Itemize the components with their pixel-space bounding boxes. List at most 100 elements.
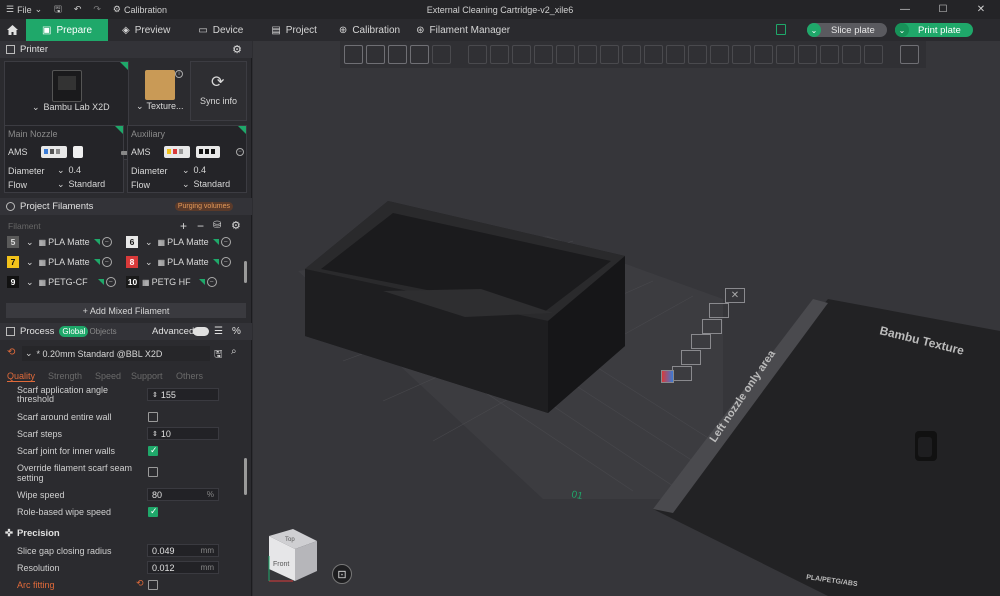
measure-icon[interactable] xyxy=(666,45,685,64)
filament-list-scrollbar[interactable] xyxy=(244,261,247,283)
variable-layer-icon[interactable] xyxy=(732,45,751,64)
scale-icon[interactable] xyxy=(512,45,531,64)
main-flow-select[interactable]: ⌄ Standard xyxy=(57,179,105,190)
advanced-toggle[interactable] xyxy=(193,327,209,336)
close-button[interactable]: ✕ xyxy=(962,0,1000,19)
override-scarf-checkbox[interactable] xyxy=(148,467,158,477)
seam-paint-icon[interactable] xyxy=(622,45,641,64)
save-button[interactable]: 🖫 xyxy=(48,0,68,19)
filament-item[interactable]: 5 ⌄ ▦ PLA Matte − xyxy=(7,236,122,248)
scarf-steps-spinbox[interactable]: ⇕ 10 xyxy=(147,427,219,440)
split-icon[interactable] xyxy=(432,45,451,64)
wipe-speed-input[interactable]: 80 % xyxy=(147,488,219,501)
add-object-icon[interactable] xyxy=(344,45,363,64)
calibration-menu[interactable]: ⚙ Calibration xyxy=(107,0,173,19)
svg-icon[interactable] xyxy=(820,45,839,64)
search-icon[interactable]: ⌕ xyxy=(231,346,237,357)
plate-filament-icon[interactable] xyxy=(681,350,701,365)
mesh-boolean-icon[interactable] xyxy=(578,45,597,64)
file-menu[interactable]: ☰ File ⌄ xyxy=(0,0,48,19)
remove-icon[interactable]: − xyxy=(197,219,204,233)
chevron-down-icon[interactable]: ⌄ xyxy=(895,23,909,37)
rotate-icon[interactable] xyxy=(490,45,509,64)
assembly-icon[interactable] xyxy=(688,45,707,64)
main-nozzle-card[interactable]: Main Nozzle AMS Diameter ⌄ 0.4 Flow ⌄ St… xyxy=(4,125,124,193)
filament-filter-input[interactable]: Filament xyxy=(8,221,41,231)
view-mode-icon[interactable] xyxy=(842,45,861,64)
brim-ears-icon[interactable] xyxy=(710,45,729,64)
tab-speed[interactable]: Speed xyxy=(95,371,121,381)
minus-circle-icon[interactable]: − xyxy=(206,277,217,287)
add-plate-icon[interactable] xyxy=(366,45,385,64)
minus-circle-icon[interactable]: − xyxy=(220,237,231,247)
scarf-inner-walls-checkbox[interactable] xyxy=(148,445,158,456)
plate-color-icon[interactable] xyxy=(661,370,674,383)
notification-icon[interactable] xyxy=(776,24,786,35)
plate-arrange-icon[interactable] xyxy=(702,319,722,334)
print-plate-button[interactable]: ⌄ Print plate xyxy=(895,23,973,37)
auxiliary-nozzle-card[interactable]: Auxiliary AMS − Diameter ⌄ 0.4 Flow ⌄ St… xyxy=(127,125,247,193)
explode-icon[interactable] xyxy=(864,45,883,64)
tab-support[interactable]: Support xyxy=(131,371,163,381)
main-diameter-select[interactable]: ⌄ 0.4 xyxy=(57,165,81,176)
aux-flow-select[interactable]: ⌄ Standard xyxy=(182,179,230,190)
tab-prepare[interactable]: ▣ Prepare xyxy=(26,19,109,41)
cut-icon[interactable] xyxy=(556,45,575,64)
minimize-button[interactable]: — xyxy=(886,0,924,19)
color-paint-icon[interactable] xyxy=(754,45,773,64)
add-mixed-filament-button[interactable]: + Add Mixed Filament xyxy=(6,303,246,318)
plate-settings-icon[interactable] xyxy=(709,303,729,318)
lay-flat-icon[interactable] xyxy=(534,45,553,64)
close-plate-icon[interactable]: ✕ xyxy=(725,288,745,303)
settings-scrollbar[interactable] xyxy=(244,458,247,495)
arc-fitting-checkbox[interactable] xyxy=(148,580,158,590)
filament-sync-icon[interactable]: ⛁ xyxy=(213,220,221,231)
minus-circle-icon[interactable]: − xyxy=(105,277,116,287)
minus-circle-icon[interactable]: − xyxy=(101,237,112,247)
add-icon[interactable]: + xyxy=(180,219,187,233)
tab-quality[interactable]: Quality xyxy=(7,371,36,382)
sync-info-button[interactable]: ⟳ Sync info xyxy=(190,61,247,121)
list-icon[interactable]: ☰ xyxy=(214,326,223,337)
redo-button[interactable]: ↷ xyxy=(87,0,107,19)
role-based-wipe-checkbox[interactable] xyxy=(148,506,158,517)
resolution-input[interactable]: 0.012 mm xyxy=(147,561,219,574)
support-paint-icon[interactable] xyxy=(600,45,619,64)
tab-others[interactable]: Others xyxy=(176,371,203,381)
move-icon[interactable] xyxy=(468,45,487,64)
view-cube[interactable]: Top Front xyxy=(268,529,317,582)
home-button[interactable] xyxy=(0,19,24,41)
tab-preview[interactable]: ◈ Preview xyxy=(108,19,184,41)
slice-gap-input[interactable]: 0.049 mm xyxy=(147,544,219,557)
tab-strength[interactable]: Strength xyxy=(48,371,82,381)
minus-circle-icon[interactable]: − xyxy=(236,148,244,156)
filament-item[interactable]: 8 ⌄ ▦ PLA Matte − xyxy=(126,256,241,268)
plate-camera-icon[interactable] xyxy=(672,366,692,381)
scarf-entire-wall-checkbox[interactable] xyxy=(148,412,158,422)
text-tool-icon[interactable] xyxy=(644,45,663,64)
purging-volumes-button[interactable]: Purging volumes xyxy=(174,202,233,211)
auto-orient-icon[interactable] xyxy=(388,45,407,64)
chevron-down-icon[interactable]: ⌄ xyxy=(807,23,821,37)
filament-item[interactable]: 9 ⌄ ▦ PETG-CF − xyxy=(7,276,122,288)
save-profile-icon[interactable]: 🖫 xyxy=(214,347,223,364)
slice-plate-button[interactable]: ⌄ Slice plate xyxy=(807,23,887,37)
tab-device[interactable]: ▭ Device xyxy=(184,19,257,41)
arrange-icon[interactable] xyxy=(410,45,429,64)
reset-icon[interactable]: ⟲ xyxy=(136,578,144,589)
minus-circle-icon[interactable]: − xyxy=(101,257,112,267)
gear-icon[interactable]: ⚙ xyxy=(232,43,242,56)
emboss-icon[interactable] xyxy=(798,45,817,64)
info-icon[interactable]: i xyxy=(175,70,183,78)
plate-lock-icon[interactable] xyxy=(691,334,711,349)
aux-diameter-select[interactable]: ⌄ 0.4 xyxy=(182,165,206,176)
gear-icon[interactable]: ⚙ xyxy=(231,219,241,232)
3d-viewport[interactable]: 01 Bambu Texture Left nozzle only area P… xyxy=(253,41,1000,596)
filament-item[interactable]: 10 ▦ PETG HF − xyxy=(126,276,241,288)
maximize-button[interactable]: ☐ xyxy=(924,0,962,19)
tab-filament-manager[interactable]: ⊛ Filament Manager xyxy=(408,19,518,41)
scarf-angle-spinbox[interactable]: ⇕ 155 xyxy=(147,388,219,401)
process-profile-dropdown[interactable]: ⌄ * 0.20mm Standard @BBL X2D xyxy=(22,346,210,361)
objects-toggle[interactable]: Objects xyxy=(89,327,116,336)
minus-circle-icon[interactable]: − xyxy=(220,257,231,267)
